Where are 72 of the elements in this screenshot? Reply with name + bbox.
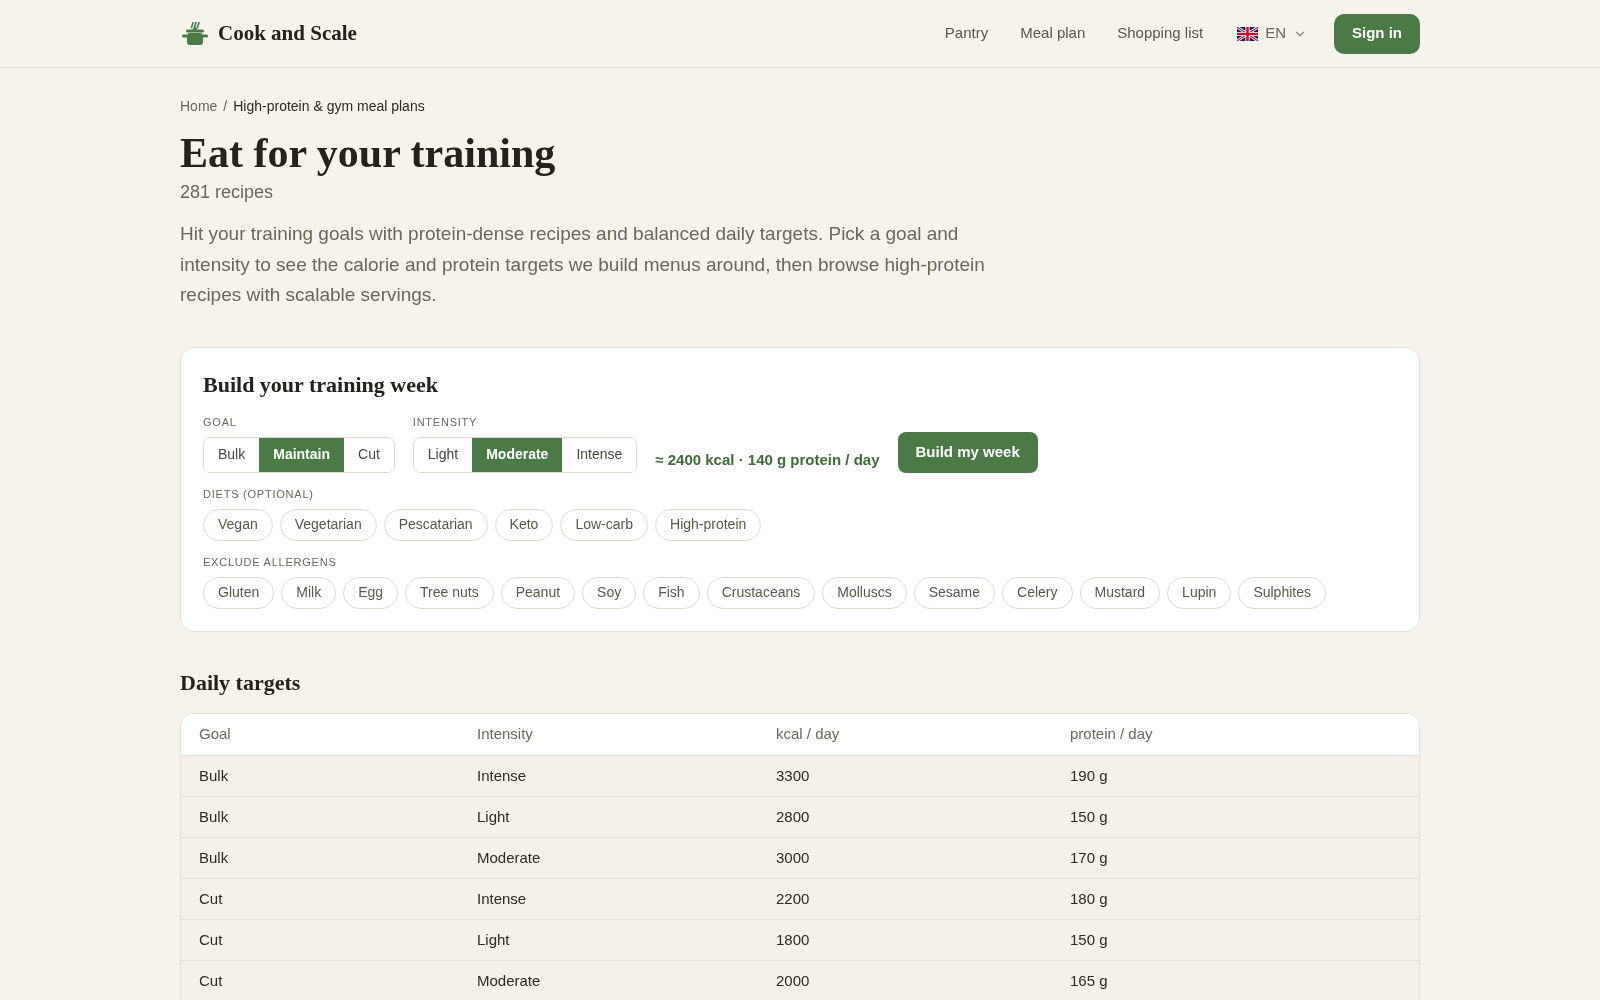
field-label: EXCLUDE ALLERGENS	[203, 554, 338, 569]
breadcrumb-link[interactable]: Home	[180, 96, 218, 116]
filter-chip[interactable]: Mustard	[1079, 576, 1161, 609]
filter-chip[interactable]: Milk	[281, 576, 337, 609]
table-cell: 170 g	[1070, 848, 1108, 866]
nav-link[interactable]: Shopping list	[1117, 22, 1204, 45]
table-cell: Intense	[477, 766, 527, 784]
daily-target-summary: ≈ 2400 kcal · 140 g protein / day	[655, 449, 880, 470]
column-header: Intensity	[477, 725, 533, 743]
column-header: protein / day	[1070, 725, 1153, 743]
column-header: kcal / day	[776, 725, 840, 743]
table-cell: 150 g	[1070, 930, 1108, 948]
table-cell: Light	[477, 807, 510, 825]
filter-chip[interactable]: Egg	[343, 576, 399, 609]
table-cell: 165 g	[1070, 971, 1108, 989]
table-cell: Bulk	[199, 848, 229, 866]
table-cell: 3000	[776, 848, 810, 866]
breadcrumb-separator: /	[223, 97, 228, 116]
recipe-count: 281 recipes	[180, 181, 275, 204]
table-cell: Moderate	[477, 971, 541, 989]
filter-chip[interactable]: Molluscs	[822, 576, 907, 609]
filter-chip[interactable]: Celery	[1002, 576, 1073, 609]
nav-link[interactable]: Pantry	[944, 22, 989, 45]
filter-chip[interactable]: Sulphites	[1238, 576, 1326, 609]
language-selector[interactable]: EN	[1237, 22, 1307, 45]
table-cell: 150 g	[1070, 807, 1108, 825]
table-cell: Cut	[199, 971, 223, 989]
breadcrumb-current: High-protein & gym meal plans	[233, 97, 425, 116]
table-cell: 190 g	[1070, 766, 1108, 784]
filter-chip[interactable]: Soy	[582, 576, 637, 609]
filter-chip[interactable]: Keto	[494, 508, 554, 541]
sign-in-button[interactable]: Sign in	[1334, 13, 1420, 54]
table-cell: 180 g	[1070, 889, 1108, 907]
filter-chip[interactable]: Crustaceans	[706, 576, 816, 609]
filter-chip[interactable]: Lupin	[1167, 576, 1232, 609]
card-title: Build your training week	[203, 370, 439, 399]
section-title: Daily targets	[180, 668, 302, 697]
flag-icon	[1237, 26, 1259, 41]
filter-chip[interactable]: Fish	[643, 576, 700, 609]
table-cell: 1800	[776, 930, 810, 948]
table-cell: Bulk	[199, 807, 229, 825]
table-cell: Intense	[477, 889, 527, 907]
table-cell: Bulk	[199, 766, 229, 784]
table-cell: Moderate	[477, 848, 541, 866]
field-label: DIETS (OPTIONAL)	[203, 486, 315, 501]
table-cell: 2200	[776, 889, 810, 907]
filter-chip[interactable]: High-protein	[655, 508, 762, 541]
build-week-button[interactable]: Build my week	[897, 431, 1038, 473]
table-cell: Cut	[199, 930, 223, 948]
filter-chip[interactable]: Pescatarian	[383, 508, 488, 541]
filter-chip[interactable]: Low-carb	[560, 508, 648, 541]
pot-icon	[182, 22, 208, 45]
site-logo[interactable]: Cook and Scale	[218, 17, 357, 50]
filter-chip[interactable]: Vegetarian	[279, 508, 377, 541]
nav-link[interactable]: Meal plan	[1020, 22, 1086, 45]
filter-chip[interactable]: Gluten	[203, 576, 275, 609]
field-label: INTENSITY	[412, 414, 479, 429]
table-cell: 2000	[776, 971, 810, 989]
table-cell: 2800	[776, 807, 810, 825]
segment-option[interactable]: Maintain	[259, 437, 344, 472]
filter-chip[interactable]: Tree nuts	[405, 576, 494, 609]
filter-chip[interactable]: Peanut	[500, 576, 576, 609]
table-cell: 3300	[776, 766, 810, 784]
page-title: Eat for your training	[180, 129, 557, 177]
field-label: GOAL	[203, 414, 238, 429]
filter-chip[interactable]: Vegan	[203, 508, 273, 541]
segment-option[interactable]: Moderate	[472, 437, 563, 472]
table-cell: Cut	[199, 889, 223, 907]
table-cell: Light	[477, 930, 510, 948]
column-header: Goal	[199, 725, 231, 743]
filter-chip[interactable]: Sesame	[913, 576, 996, 609]
intro-paragraph: Hit your training goals with protein-dense recipes and balanced daily targets. Pick a goal and intensity to see the calorie and protein targets we build menus around, then browse high-protein recipes with scalable servings.	[180, 222, 986, 308]
